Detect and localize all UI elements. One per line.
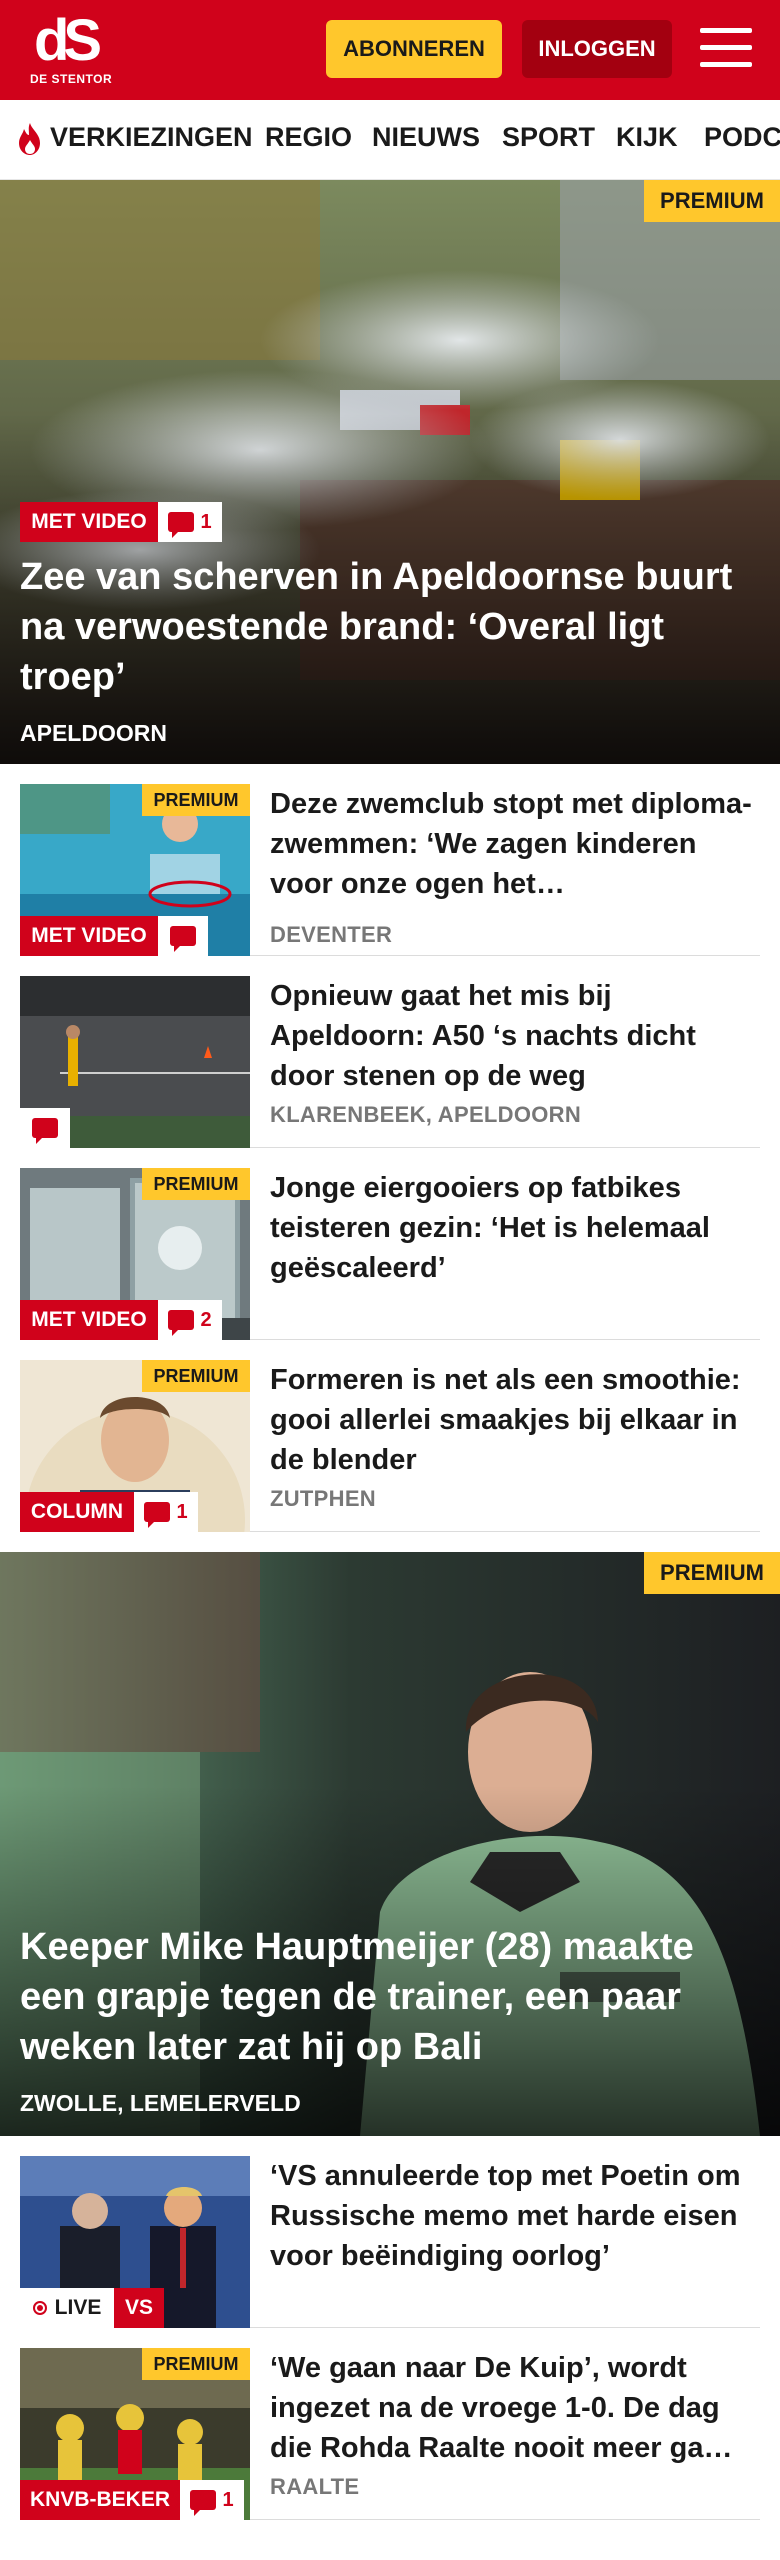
comment-count-value: 1 <box>200 510 212 533</box>
article-title[interactable]: Opnieuw gaat het mis bij Apeldoorn: A50 … <box>270 976 760 1096</box>
article-thumbnail <box>20 976 250 1148</box>
article-title[interactable]: ‘We gaan naar De Kuip’, wordt ingezet na… <box>270 2348 760 2468</box>
flame-icon <box>19 123 40 155</box>
article-thumbnail: LIVE VS <box>20 2156 250 2328</box>
live-tag: LIVE <box>20 2288 114 2328</box>
comment-count[interactable]: 1 <box>158 502 222 542</box>
hero-article[interactable]: PREMIUM MET VIDEO 1 Zee van scherven in … <box>0 180 780 764</box>
live-dot-icon <box>32 2301 47 2315</box>
nav-item-sport[interactable]: SPORT <box>502 122 595 153</box>
premium-badge: PREMIUM <box>142 2348 250 2380</box>
comment-count[interactable]: 1 <box>134 1492 198 1532</box>
nav-item-kijk[interactable]: KIJK <box>616 122 678 153</box>
list-item[interactable]: PREMIUM MET VIDEO Deze zwemclub stopt me… <box>20 784 760 956</box>
comment-icon <box>168 1310 195 1336</box>
nav-item-podcast[interactable]: PODC <box>704 122 780 153</box>
article-thumbnail: PREMIUM MET VIDEO <box>20 784 250 956</box>
comment-icon <box>144 1502 171 1528</box>
comment-count[interactable]: 1 <box>180 2480 244 2520</box>
premium-badge: PREMIUM <box>142 1360 250 1392</box>
hero-location: APELDOORN <box>20 720 167 746</box>
nav-item-verkiezingen[interactable]: VERKIEZINGEN <box>50 122 253 153</box>
list-item[interactable]: PREMIUM MET VIDEO 2 Jonge eiergooiers op… <box>20 1168 760 1340</box>
article-location: RAALTE <box>270 2474 360 2499</box>
article-thumbnail: PREMIUM MET VIDEO 2 <box>20 1168 250 1340</box>
premium-badge: PREMIUM <box>142 1168 250 1200</box>
article-thumbnail: PREMIUM KNVB-BEKER 1 <box>20 2348 250 2520</box>
comment-icon <box>32 1118 58 1144</box>
subscribe-button[interactable]: ABONNEREN <box>326 20 502 78</box>
premium-badge: PREMIUM <box>644 180 780 222</box>
comment-count-value: 1 <box>222 2488 234 2511</box>
article-title[interactable]: Jonge eiergooiers op fatbikes teisteren … <box>270 1168 760 1288</box>
hero-headline[interactable]: Zee van scherven in Apeldoornse buurt na… <box>20 552 760 702</box>
hamburger-menu-icon[interactable] <box>700 26 752 70</box>
article-location: ZUTPHEN <box>270 1486 376 1511</box>
comment-icon <box>190 2490 217 2516</box>
article-title[interactable]: Formeren is net als een smoothie: gooi a… <box>270 1360 760 1480</box>
comment-count[interactable]: 2 <box>158 1300 222 1340</box>
section-nav: VERKIEZINGEN REGIO NIEUWS SPORT KIJK POD… <box>0 100 780 180</box>
comment-count[interactable] <box>158 916 208 956</box>
nav-item-nieuws[interactable]: NIEUWS <box>372 122 480 153</box>
hero-headline[interactable]: Keeper Mike Hauptmeijer (28) maakte een … <box>20 1922 760 2072</box>
list-item[interactable]: PREMIUM KNVB-BEKER 1 ‘We gaan naar De Ku… <box>20 2348 760 2520</box>
video-tag: MET VIDEO <box>20 502 158 542</box>
hero-location: ZWOLLE, LEMELERVELD <box>20 2090 301 2116</box>
topic-tag: VS <box>114 2288 164 2328</box>
list-item[interactable]: Opnieuw gaat het mis bij Apeldoorn: A50 … <box>20 976 760 1148</box>
premium-badge: PREMIUM <box>142 784 250 816</box>
live-label: LIVE <box>54 2296 102 2319</box>
comment-count-value: 1 <box>176 1500 188 1523</box>
top-bar: dS DE STENTOR ABONNEREN INLOGGEN <box>0 0 780 100</box>
list-item[interactable]: PREMIUM COLUMN 1 Formeren is net als een… <box>20 1360 760 1532</box>
premium-badge: PREMIUM <box>644 1552 780 1594</box>
article-location: DEVENTER <box>270 922 393 947</box>
comment-count[interactable] <box>20 1108 70 1148</box>
logo-mark: dS <box>34 8 102 73</box>
nav-item-regio[interactable]: REGIO <box>265 122 352 153</box>
logo-subtitle: DE STENTOR <box>30 72 113 86</box>
comment-count-value: 2 <box>200 1308 212 1331</box>
article-location: KLARENBEEK, APELDOORN <box>270 1102 582 1127</box>
comment-icon <box>170 926 196 952</box>
comment-icon <box>168 512 195 538</box>
video-tag: MET VIDEO <box>20 1300 158 1340</box>
video-tag: MET VIDEO <box>20 916 158 956</box>
article-thumbnail: PREMIUM COLUMN 1 <box>20 1360 250 1532</box>
column-tag: COLUMN <box>20 1492 134 1532</box>
hero-article[interactable]: PREMIUM Keeper Mike Hauptmeijer (28) maa… <box>0 1552 780 2136</box>
topic-tag: KNVB-BEKER <box>20 2480 180 2520</box>
site-logo[interactable]: dS DE STENTOR <box>26 10 136 90</box>
article-title[interactable]: ‘VS annuleerde top met Poetin om Russisc… <box>270 2156 760 2276</box>
article-title[interactable]: Deze zwemclub stopt met diploma-zwemmen:… <box>270 784 760 904</box>
list-item[interactable]: LIVE VS ‘VS annuleerde top met Poetin om… <box>20 2156 760 2328</box>
login-button[interactable]: INLOGGEN <box>522 20 672 78</box>
